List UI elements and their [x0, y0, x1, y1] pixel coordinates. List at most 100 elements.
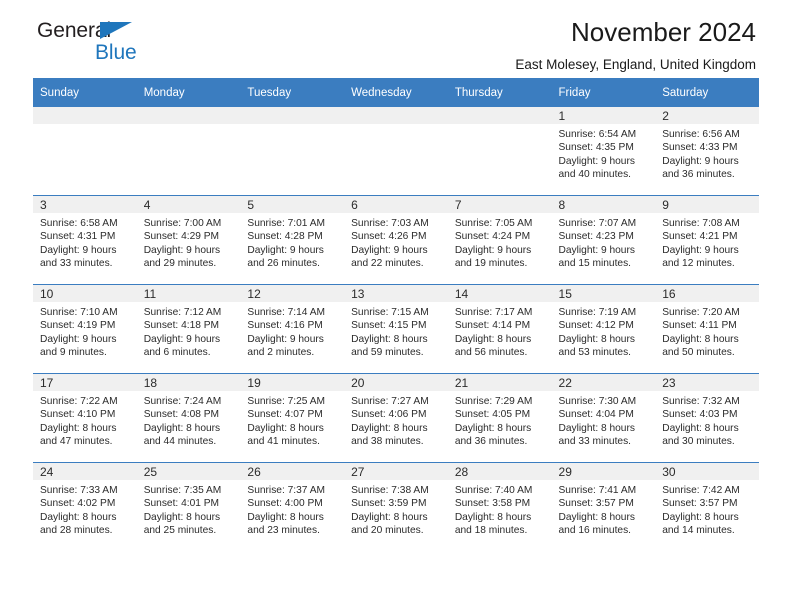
day-sun-info: Sunrise: 7:22 AM Sunset: 4:10 PM Daylight:… [33, 391, 137, 449]
sunset-time: Sunset: 4:19 PM [40, 320, 116, 332]
calendar-day-cell[interactable]: 13 Sunrise: 7:15 AM Sunset: 4:15 PM Dayligh… [344, 284, 448, 374]
sunset-time: Sunset: 4:21 PM [662, 231, 738, 243]
daylight-duration-line2: and 53 minutes. [558, 347, 632, 359]
daylight-duration-line1: Daylight: 8 hours [351, 422, 428, 434]
daylight-duration-line2: and 22 minutes. [351, 258, 424, 270]
calendar-day-cell[interactable]: 1 Sunrise: 6:54 AM Sunset: 4:35 PM Daylight… [551, 107, 656, 196]
calendar-day-cell[interactable]: 30 Sunrise: 7:42 AM Sunset: 3:57 PM Dayligh… [655, 462, 759, 551]
sunrise-time: Sunrise: 7:10 AM [40, 307, 118, 318]
daylight-duration-line1: Daylight: 8 hours [454, 333, 532, 345]
sunrise-time: Sunrise: 7:32 AM [662, 396, 740, 407]
day-sun-info: Sunrise: 6:54 AM Sunset: 4:35 PM Daylight:… [552, 124, 656, 182]
calendar-week-row: 24 Sunrise: 7:33 AM Sunset: 4:02 PM Dayligh… [33, 462, 759, 551]
weekday-header-thursday: Thursday [447, 78, 552, 107]
day-number: 17 [33, 374, 137, 391]
day-sun-info: Sunrise: 7:24 AM Sunset: 4:08 PM Daylight:… [137, 391, 241, 449]
calendar-page: General Blue November 2024 East Molesey,… [0, 0, 792, 612]
sunset-time: Sunset: 3:59 PM [351, 498, 427, 510]
calendar-day-cell[interactable]: 9 Sunrise: 7:08 AM Sunset: 4:21 PM Daylight… [655, 195, 759, 285]
sunrise-time: Sunrise: 7:29 AM [454, 396, 533, 407]
sunrise-time: Sunrise: 6:56 AM [662, 129, 740, 140]
day-number: 20 [344, 374, 448, 391]
calendar-day-cell[interactable]: 29 Sunrise: 7:41 AM Sunset: 3:57 PM Dayligh… [551, 462, 656, 551]
sunrise-time: Sunrise: 7:33 AM [40, 485, 118, 496]
day-sun-info: Sunrise: 7:37 AM Sunset: 4:00 PM Daylight:… [240, 480, 344, 538]
day-cell-inner: 21 Sunrise: 7:29 AM Sunset: 4:05 PM Dayligh… [447, 374, 552, 462]
sunset-time: Sunset: 4:33 PM [662, 142, 738, 154]
day-cell-inner: 20 Sunrise: 7:27 AM Sunset: 4:06 PM Dayligh… [344, 374, 448, 462]
sunset-time: Sunset: 4:03 PM [662, 409, 738, 421]
calendar-table: Sunday Monday Tuesday Wednesday Thursday… [33, 78, 759, 551]
calendar-day-cell[interactable]: 8 Sunrise: 7:07 AM Sunset: 4:23 PM Daylight… [551, 195, 656, 285]
day-sun-info: Sunrise: 7:25 AM Sunset: 4:07 PM Daylight:… [240, 391, 344, 449]
calendar-day-cell[interactable]: 3 Sunrise: 6:58 AM Sunset: 4:31 PM Daylight… [33, 195, 137, 285]
day-number: 27 [344, 463, 448, 480]
calendar-day-cell[interactable]: 21 Sunrise: 7:29 AM Sunset: 4:05 PM Dayligh… [447, 373, 552, 463]
sunset-time: Sunset: 4:12 PM [558, 320, 634, 332]
day-sun-info: Sunrise: 7:20 AM Sunset: 4:11 PM Daylight:… [655, 302, 759, 360]
day-number: 1 [551, 107, 656, 124]
calendar-day-cell[interactable]: 10 Sunrise: 7:10 AM Sunset: 4:19 PM Dayligh… [33, 284, 137, 374]
day-sun-info: Sunrise: 7:03 AM Sunset: 4:26 PM Daylight:… [344, 213, 448, 271]
calendar-day-cell [344, 107, 448, 196]
sunset-time: Sunset: 4:10 PM [40, 409, 116, 421]
day-sun-info: Sunrise: 7:12 AM Sunset: 4:18 PM Daylight:… [137, 302, 241, 360]
day-sun-info: Sunrise: 7:05 AM Sunset: 4:24 PM Daylight:… [448, 213, 552, 271]
day-cell-inner: 12 Sunrise: 7:14 AM Sunset: 4:16 PM Dayligh… [240, 285, 345, 373]
daylight-duration-line2: and 56 minutes. [454, 347, 528, 359]
sunrise-time: Sunrise: 6:58 AM [40, 218, 118, 229]
day-number: 9 [655, 196, 759, 213]
calendar-day-cell[interactable]: 20 Sunrise: 7:27 AM Sunset: 4:06 PM Dayligh… [344, 373, 448, 463]
calendar-day-cell[interactable]: 23 Sunrise: 7:32 AM Sunset: 4:03 PM Dayligh… [655, 373, 759, 463]
day-number [344, 107, 448, 124]
weekday-header-saturday: Saturday [655, 78, 759, 107]
daylight-duration-line1: Daylight: 8 hours [454, 511, 532, 523]
day-cell-inner: 17 Sunrise: 7:22 AM Sunset: 4:10 PM Dayligh… [33, 374, 137, 462]
calendar-day-cell[interactable]: 24 Sunrise: 7:33 AM Sunset: 4:02 PM Dayligh… [33, 462, 137, 551]
calendar-day-cell[interactable]: 22 Sunrise: 7:30 AM Sunset: 4:04 PM Dayligh… [551, 373, 656, 463]
day-number: 7 [447, 196, 552, 213]
sunset-time: Sunset: 3:58 PM [454, 498, 531, 510]
sunrise-time: Sunrise: 7:19 AM [558, 307, 637, 318]
calendar-day-cell[interactable]: 2 Sunrise: 6:56 AM Sunset: 4:33 PM Daylight… [655, 107, 759, 196]
day-sun-info: Sunrise: 7:15 AM Sunset: 4:15 PM Daylight:… [344, 302, 448, 360]
daylight-duration-line1: Daylight: 9 hours [662, 244, 739, 256]
day-cell-inner: 14 Sunrise: 7:17 AM Sunset: 4:14 PM Dayligh… [447, 285, 552, 373]
weekday-header-friday: Friday [551, 78, 656, 107]
daylight-duration-line1: Daylight: 8 hours [662, 333, 739, 345]
day-cell-inner [240, 107, 345, 195]
general-blue-logo[interactable]: General Blue [37, 20, 197, 68]
daylight-duration-line1: Daylight: 9 hours [247, 333, 324, 345]
sunrise-time: Sunrise: 7:07 AM [558, 218, 637, 229]
day-number: 12 [240, 285, 345, 302]
sunset-time: Sunset: 4:06 PM [351, 409, 427, 421]
calendar-day-cell[interactable]: 7 Sunrise: 7:05 AM Sunset: 4:24 PM Daylight… [447, 195, 552, 285]
calendar-day-cell[interactable]: 28 Sunrise: 7:40 AM Sunset: 3:58 PM Dayligh… [447, 462, 552, 551]
calendar-day-cell[interactable]: 14 Sunrise: 7:17 AM Sunset: 4:14 PM Dayligh… [447, 284, 552, 374]
daylight-duration-line2: and 25 minutes. [143, 525, 217, 537]
daylight-duration-line2: and 44 minutes. [143, 436, 217, 448]
daylight-duration-line2: and 36 minutes. [662, 169, 735, 181]
day-cell-inner: 11 Sunrise: 7:12 AM Sunset: 4:18 PM Dayligh… [136, 285, 241, 373]
calendar-day-cell[interactable]: 4 Sunrise: 7:00 AM Sunset: 4:29 PM Daylight… [136, 195, 241, 285]
calendar-day-cell[interactable]: 26 Sunrise: 7:37 AM Sunset: 4:00 PM Dayligh… [240, 462, 345, 551]
calendar-day-cell[interactable]: 5 Sunrise: 7:01 AM Sunset: 4:28 PM Daylight… [240, 195, 345, 285]
calendar-day-cell [240, 107, 345, 196]
calendar-day-cell[interactable]: 25 Sunrise: 7:35 AM Sunset: 4:01 PM Dayligh… [136, 462, 241, 551]
day-number: 21 [447, 374, 552, 391]
calendar-day-cell[interactable]: 6 Sunrise: 7:03 AM Sunset: 4:26 PM Daylight… [344, 195, 448, 285]
calendar-day-cell[interactable]: 18 Sunrise: 7:24 AM Sunset: 4:08 PM Dayligh… [136, 373, 241, 463]
calendar-day-cell[interactable]: 19 Sunrise: 7:25 AM Sunset: 4:07 PM Dayligh… [240, 373, 345, 463]
day-number: 29 [551, 463, 656, 480]
calendar-day-cell[interactable]: 16 Sunrise: 7:20 AM Sunset: 4:11 PM Dayligh… [655, 284, 759, 374]
calendar-day-cell[interactable]: 15 Sunrise: 7:19 AM Sunset: 4:12 PM Dayligh… [551, 284, 656, 374]
daylight-duration-line1: Daylight: 8 hours [143, 422, 221, 434]
calendar-day-cell[interactable]: 27 Sunrise: 7:38 AM Sunset: 3:59 PM Dayligh… [344, 462, 448, 551]
daylight-duration-line2: and 2 minutes. [247, 347, 315, 359]
day-sun-info: Sunrise: 7:38 AM Sunset: 3:59 PM Daylight:… [344, 480, 448, 538]
calendar-day-cell[interactable]: 11 Sunrise: 7:12 AM Sunset: 4:18 PM Dayligh… [136, 284, 241, 374]
calendar-day-cell[interactable]: 12 Sunrise: 7:14 AM Sunset: 4:16 PM Dayligh… [240, 284, 345, 374]
day-number: 4 [136, 196, 241, 213]
calendar-day-cell[interactable]: 17 Sunrise: 7:22 AM Sunset: 4:10 PM Dayligh… [33, 373, 137, 463]
day-sun-info: Sunrise: 7:30 AM Sunset: 4:04 PM Daylight:… [552, 391, 656, 449]
